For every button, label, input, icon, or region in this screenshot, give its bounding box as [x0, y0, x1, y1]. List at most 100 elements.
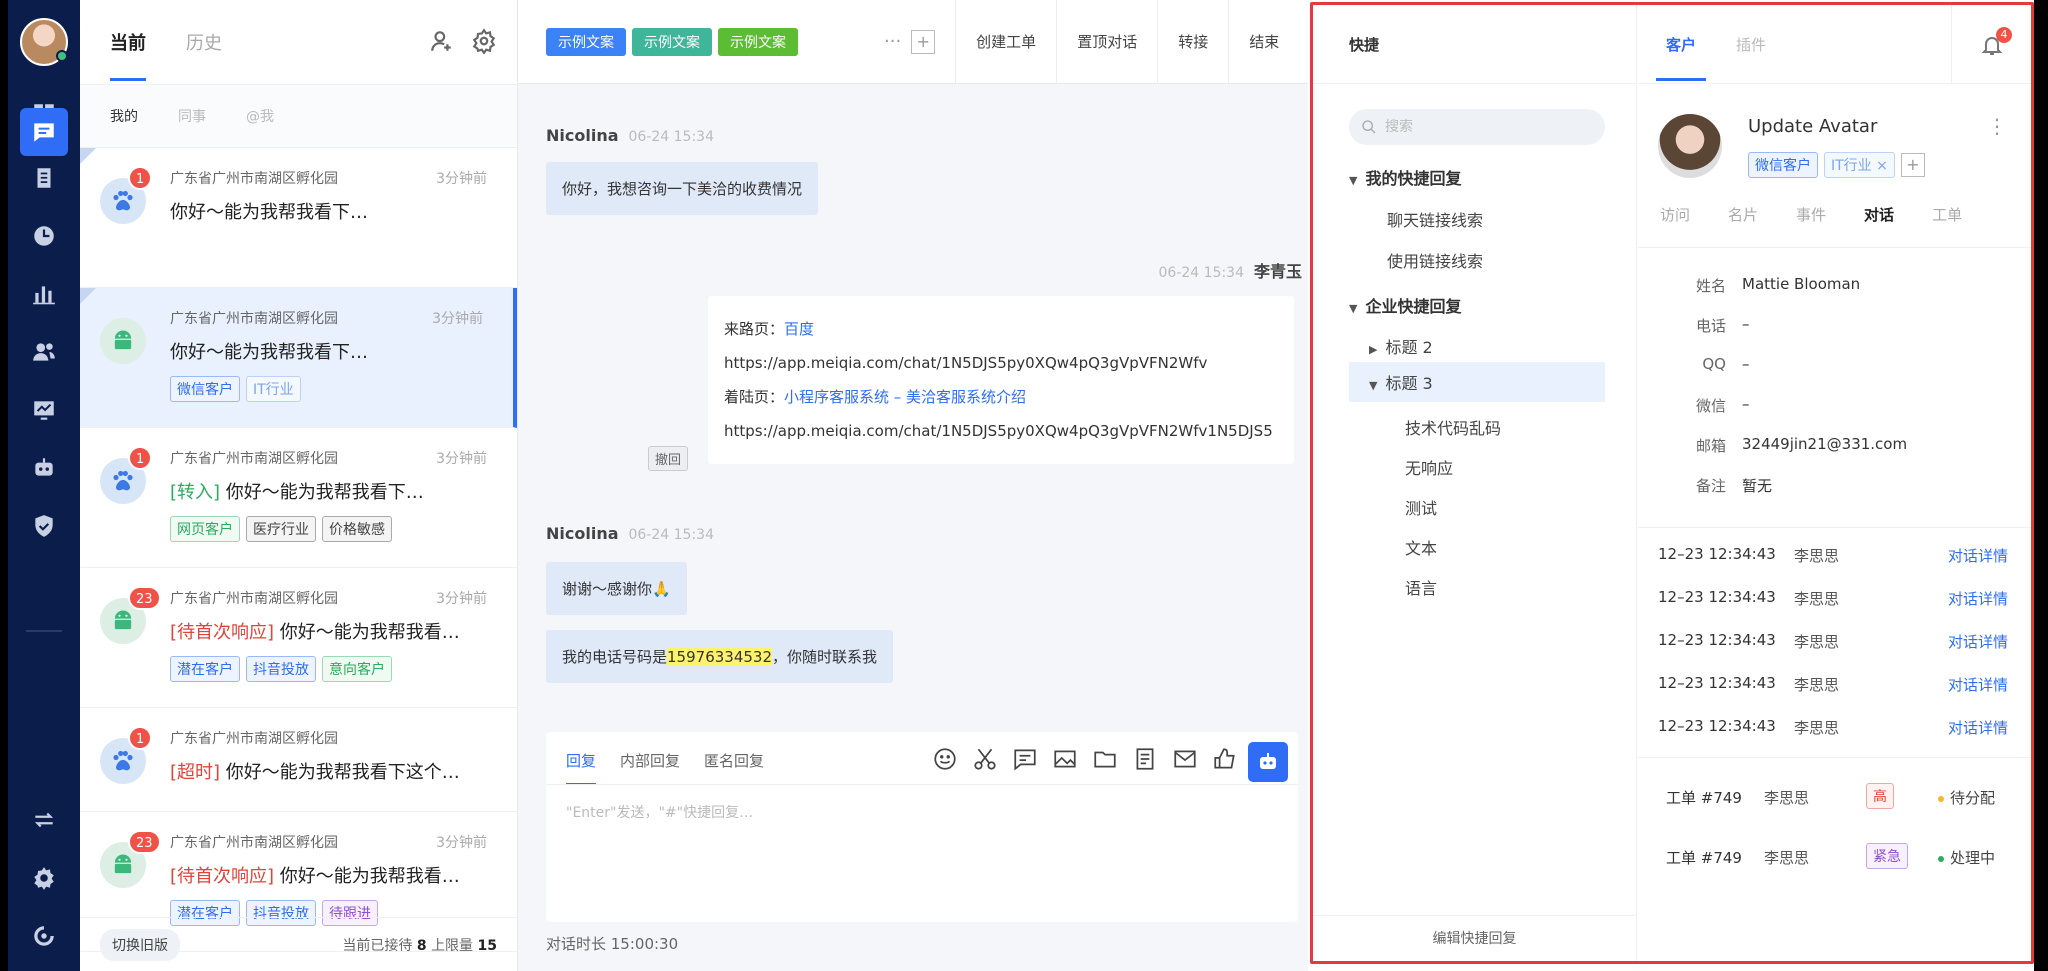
notifications-button[interactable]: 4 — [1951, 5, 2031, 84]
monitor-icon[interactable] — [20, 386, 68, 434]
conversation-item[interactable]: 1 广东省广州市南湖区孵化园 3分钟前 你好～能为我帮我看下… — [80, 148, 517, 288]
info-value[interactable]: – — [1742, 315, 1750, 333]
subtab-visits[interactable]: 访问 — [1660, 204, 1690, 225]
quick-reply-item[interactable]: 测试 — [1405, 495, 1437, 519]
sample-tag-button-1[interactable]: 示例文案 — [546, 27, 626, 56]
quick-folder-title3[interactable]: ▼ 标题 3 — [1349, 362, 1605, 402]
conversation-detail-link[interactable]: 对话详情 — [1948, 545, 2008, 566]
tab-customer[interactable]: 客户 — [1655, 34, 1707, 81]
quick-reply-item[interactable]: 技术代码乱码 — [1405, 415, 1501, 439]
landing-link[interactable]: 小程序客服系统 – 美洽客服系统介绍 — [784, 388, 1026, 406]
edit-quick-replies-button[interactable]: 编辑快捷回复 — [1313, 915, 1636, 961]
gear-icon[interactable] — [471, 28, 497, 54]
ticket-row[interactable]: 工单 #749 李思思 高 待分配 — [1666, 783, 2016, 809]
chat-icon[interactable] — [20, 108, 68, 156]
conversation-item[interactable]: 1 广东省广州市南湖区孵化园 [超时] 你好～能为我帮我看下这个… — [80, 708, 517, 812]
subtab-tickets[interactable]: 工单 — [1932, 204, 1962, 225]
recall-button[interactable]: 撤回 — [648, 446, 689, 471]
customer-tag[interactable]: 微信客户 — [170, 376, 240, 402]
customer-tag[interactable]: 网页客户 — [170, 516, 240, 542]
quick-search-input[interactable]: 搜索 — [1349, 109, 1605, 145]
bar-chart-icon[interactable] — [20, 270, 68, 318]
transfer-icon[interactable] — [20, 796, 68, 844]
shield-icon[interactable] — [20, 502, 68, 550]
ticket-row[interactable]: 工单 #749 李思思 紧急 处理中 — [1666, 843, 2016, 869]
subtab-events[interactable]: 事件 — [1796, 204, 1826, 225]
quick-reply-item[interactable]: 语言 — [1405, 575, 1437, 599]
mail-icon[interactable] — [1172, 746, 1198, 772]
quick-reply-item[interactable]: 使用链接线索 — [1387, 248, 1483, 272]
add-tag-button[interactable]: + — [1900, 153, 1925, 177]
info-value[interactable]: Mattie Blooman — [1742, 275, 1860, 293]
customer-tag[interactable]: 抖音投放 — [246, 656, 316, 682]
info-value[interactable]: 暂无 — [1742, 475, 1772, 496]
enterprise-quick-replies-group[interactable]: ▼ 企业快捷回复 — [1349, 293, 1461, 317]
conversation-item[interactable]: 1 广东省广州市南湖区孵化园 3分钟前 [转入] 你好～能为我帮我看下… 网页客户 医疗行… — [80, 428, 517, 568]
customer-tag[interactable]: 意向客户 — [322, 656, 392, 682]
customer-tag[interactable]: 微信客户 — [1748, 152, 1818, 178]
conversation-item[interactable]: 23 广东省广州市南湖区孵化园 3分钟前 [待首次响应] 你好～能为我帮我看… 潜在客户… — [80, 568, 517, 708]
my-avatar[interactable] — [20, 18, 68, 66]
composer-input[interactable]: "Enter"发送，"#"快捷回复… — [566, 802, 753, 822]
conversation-detail-link[interactable]: 对话详情 — [1948, 674, 2008, 695]
subtab-mentions[interactable]: @我 — [246, 106, 274, 126]
send-robot-button[interactable] — [1248, 742, 1288, 782]
conversation-detail-link[interactable]: 对话详情 — [1948, 717, 2008, 738]
contacts-icon[interactable] — [20, 328, 68, 376]
emoji-icon[interactable] — [932, 746, 958, 772]
image-icon[interactable] — [1052, 746, 1078, 772]
customer-avatar[interactable] — [1658, 114, 1722, 178]
tab-current[interactable]: 当前 — [110, 29, 146, 81]
sample-tag-button-2[interactable]: 示例文案 — [632, 27, 712, 56]
scissors-icon[interactable] — [972, 746, 998, 772]
tab-history[interactable]: 历史 — [186, 29, 222, 55]
customer-tag[interactable]: 潜在客户 — [170, 656, 240, 682]
quick-reply-item[interactable]: 聊天链接线索 — [1387, 207, 1483, 231]
info-value[interactable]: – — [1742, 355, 1750, 373]
subtab-mine[interactable]: 我的 — [110, 106, 138, 126]
customer-tag[interactable]: IT行业 — [246, 376, 301, 402]
transfer-button[interactable]: 转接 — [1157, 0, 1228, 84]
quick-reply-item[interactable]: 无响应 — [1405, 455, 1453, 479]
source-link[interactable]: 百度 — [784, 320, 814, 338]
phone-number-highlight[interactable]: 15976334532 — [667, 648, 772, 666]
subtab-colleagues[interactable]: 同事 — [178, 106, 206, 126]
info-value[interactable]: – — [1742, 395, 1750, 413]
conversation-detail-link[interactable]: 对话详情 — [1948, 631, 2008, 652]
settings-icon[interactable] — [20, 854, 68, 902]
tab-anonymous-reply[interactable]: 匿名回复 — [704, 750, 764, 785]
my-quick-replies-group[interactable]: ▼ 我的快捷回复 — [1349, 165, 1461, 189]
robot-icon[interactable] — [20, 444, 68, 492]
thumbs-up-icon[interactable] — [1212, 746, 1238, 772]
subtab-conversations[interactable]: 对话 — [1864, 204, 1894, 225]
tab-plugins[interactable]: 插件 — [1736, 34, 1766, 55]
tab-internal-reply[interactable]: 内部回复 — [620, 750, 680, 785]
conversation-detail-link[interactable]: 对话详情 — [1948, 588, 2008, 609]
pin-conversation-button[interactable]: 置顶对话 — [1056, 0, 1157, 84]
switch-old-version-button[interactable]: 切换旧版 — [100, 928, 180, 961]
quick-reply-item[interactable]: 文本 — [1405, 535, 1437, 559]
logout-icon[interactable] — [20, 912, 68, 960]
quick-folder-title2[interactable]: ▶ 标题 2 — [1369, 334, 1433, 358]
info-value[interactable]: 32449jin21@331.com — [1742, 435, 1907, 453]
clipboard-icon[interactable] — [20, 154, 68, 202]
document-icon[interactable] — [1132, 746, 1158, 772]
log-time: 12–23 12:34:43 — [1658, 631, 1776, 649]
add-tag-button[interactable]: + — [911, 29, 936, 54]
customer-name[interactable]: Update Avatar — [1748, 116, 1877, 137]
conversation-item[interactable]: 广东省广州市南湖区孵化园 3分钟前 你好～能为我帮我看下… 微信客户 IT行业 — [80, 288, 517, 428]
add-user-icon[interactable] — [429, 28, 455, 54]
end-button[interactable]: 结束 — [1228, 0, 1299, 84]
customer-tag[interactable]: IT行业 × — [1824, 152, 1895, 178]
clock-icon[interactable] — [20, 212, 68, 260]
more-icon[interactable]: ··· — [884, 31, 901, 52]
customer-tag[interactable]: 医疗行业 — [246, 516, 316, 542]
customer-tag[interactable]: 价格敏感 — [322, 516, 392, 542]
create-ticket-button[interactable]: 创建工单 — [955, 0, 1056, 84]
subtab-card[interactable]: 名片 — [1728, 204, 1758, 225]
message-template-icon[interactable] — [1012, 746, 1038, 772]
sample-tag-button-3[interactable]: 示例文案 — [718, 27, 798, 56]
tab-reply[interactable]: 回复 — [566, 750, 597, 785]
folder-icon[interactable] — [1092, 746, 1118, 772]
more-vertical-icon[interactable]: ⋮ — [1987, 114, 2007, 138]
